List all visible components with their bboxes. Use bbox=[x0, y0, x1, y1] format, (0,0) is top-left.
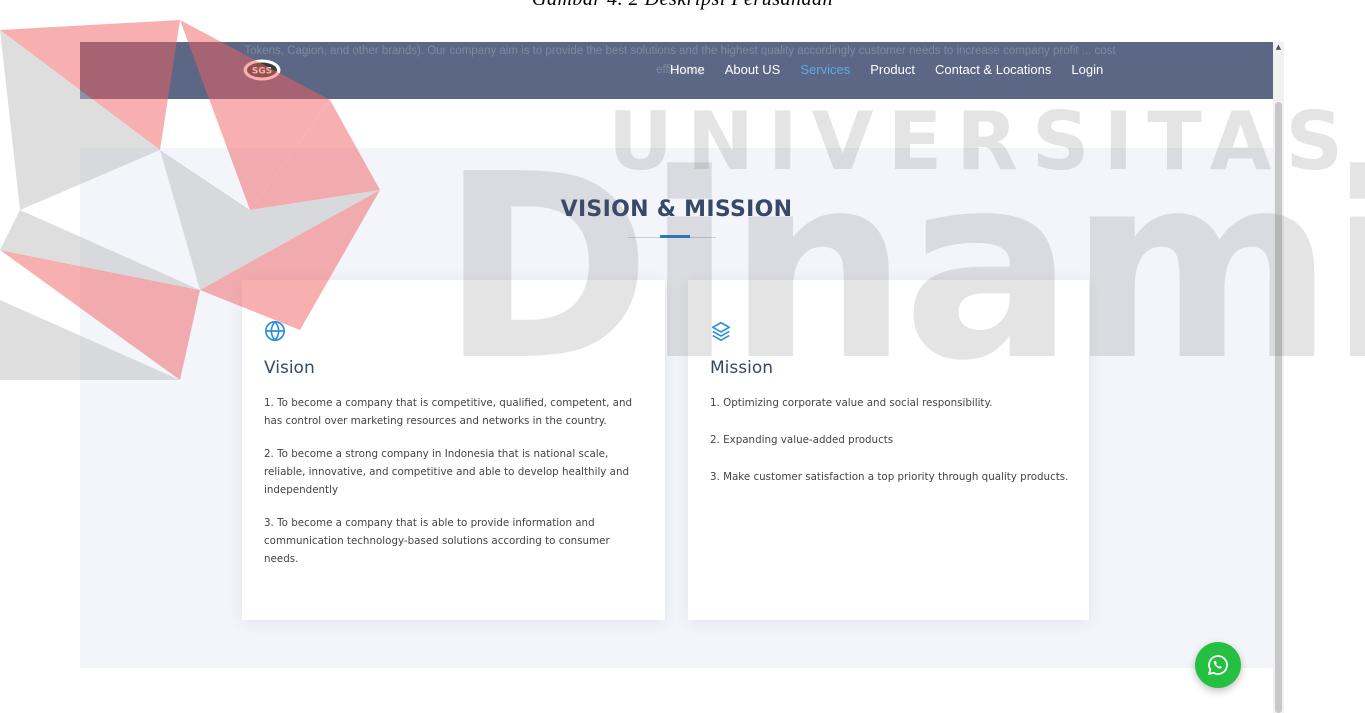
vision-text: 1. To become a company that is competiti… bbox=[264, 394, 644, 583]
globe-icon bbox=[265, 320, 285, 342]
whatsapp-icon bbox=[1208, 655, 1228, 675]
nav-home[interactable]: Home bbox=[670, 62, 705, 77]
mission-card: Mission 1. Optimizing corporate value an… bbox=[688, 280, 1089, 620]
mission-item: 3. Make customer satisfaction a top prio… bbox=[710, 471, 1069, 483]
title-accent-bar bbox=[660, 235, 690, 238]
section-title: VISION & MISSION bbox=[560, 197, 793, 222]
company-logo[interactable]: SGS bbox=[242, 58, 282, 82]
mission-text: 1. Optimizing corporate value and social… bbox=[710, 394, 1075, 505]
nav-about-us[interactable]: About US bbox=[725, 62, 781, 77]
mission-item: 1. Optimizing corporate value and social… bbox=[710, 397, 993, 409]
nav-product[interactable]: Product bbox=[870, 62, 915, 77]
nav-services[interactable]: Services bbox=[800, 62, 850, 77]
nav-contact-locations[interactable]: Contact & Locations bbox=[935, 62, 1051, 77]
vision-item: 1. To become a company that is competiti… bbox=[264, 397, 633, 427]
nav-login[interactable]: Login bbox=[1071, 62, 1103, 77]
main-menu: Home About US Services Product Contact &… bbox=[670, 62, 1123, 77]
vertical-scrollbar[interactable]: ▲ bbox=[1273, 42, 1284, 713]
layers-icon bbox=[711, 321, 731, 341]
mission-title: Mission bbox=[710, 358, 774, 378]
whatsapp-button[interactable] bbox=[1195, 642, 1241, 688]
browser-viewport: Tokens, Cagion, and other brands). Our c… bbox=[80, 42, 1273, 713]
scroll-up-arrow-icon[interactable]: ▲ bbox=[1273, 42, 1284, 53]
figure-caption: Gambar 4. 2 Deskripsi Perusahaan bbox=[0, 0, 1365, 11]
top-navbar: Tokens, Cagion, and other brands). Our c… bbox=[80, 42, 1273, 99]
scroll-thumb[interactable] bbox=[1275, 102, 1282, 713]
vision-title: Vision bbox=[264, 358, 315, 378]
svg-text:SGS: SGS bbox=[252, 67, 272, 77]
vision-item: 2. To become a strong company in Indones… bbox=[264, 448, 630, 496]
vision-item: 3. To become a company that is able to p… bbox=[264, 517, 610, 565]
mission-item: 2. Expanding value-added products bbox=[710, 434, 894, 446]
vision-card: Vision 1. To become a company that is co… bbox=[242, 280, 665, 620]
